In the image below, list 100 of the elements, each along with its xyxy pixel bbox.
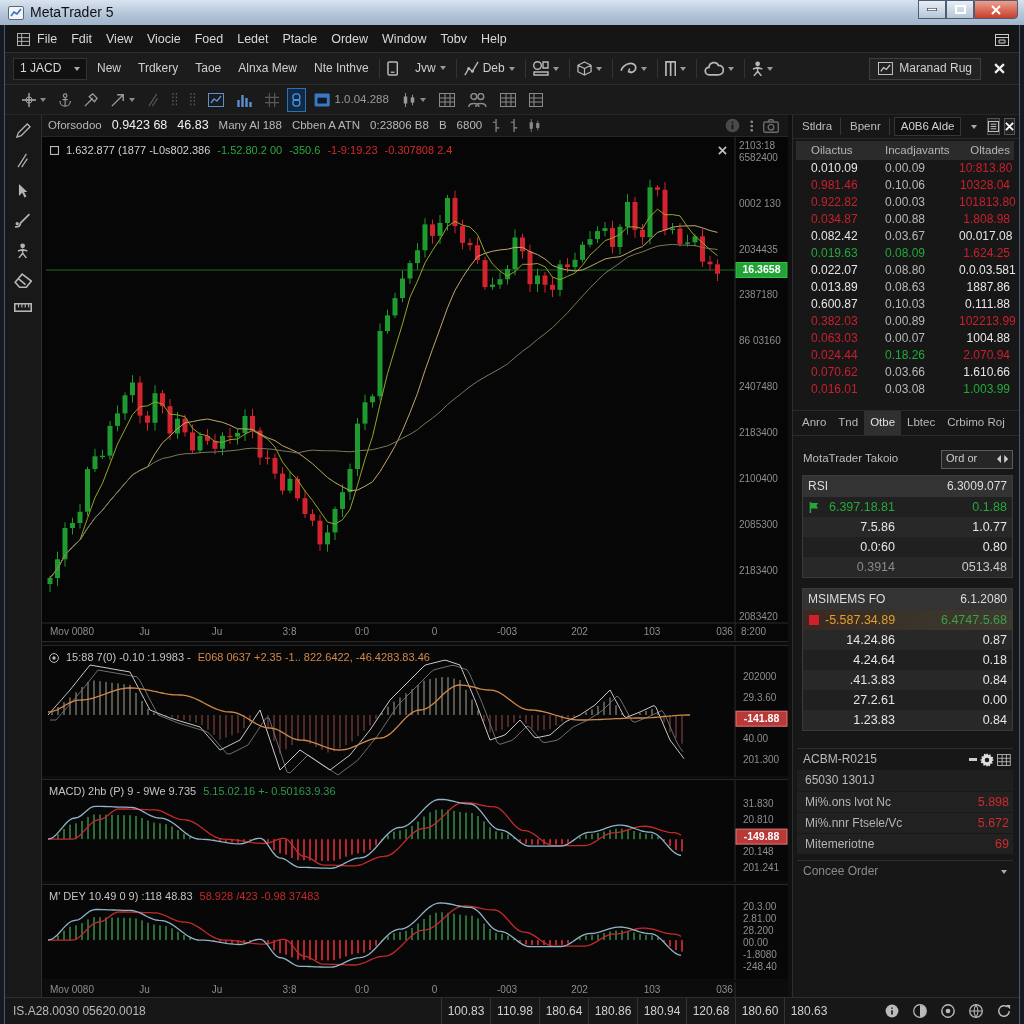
ohlc-bar-icon[interactable]: [510, 119, 519, 132]
toolbar-button[interactable]: Trdkery: [131, 59, 186, 78]
table-cell-text: 4.24.64: [852, 652, 895, 668]
toolbar-button[interactable]: Alnxa Mew: [231, 59, 304, 78]
panel-tab[interactable]: Crbimo Roj: [941, 411, 1011, 435]
target-icon[interactable]: [941, 1004, 955, 1018]
table-cell-text: 0.3914: [855, 559, 895, 575]
table-cell-text: 0513.48: [960, 559, 1007, 575]
table-cell-text: 0.18: [981, 652, 1007, 668]
time-axis-label: -003: [497, 625, 517, 637]
account-button[interactable]: Maranad Rug: [869, 57, 981, 80]
menu-item[interactable]: Ledet: [230, 30, 276, 49]
cube-icon: [576, 61, 592, 76]
eraser-icon[interactable]: [13, 273, 33, 288]
time-axis-label: 103: [643, 625, 661, 637]
menu-button[interactable]: [987, 118, 1001, 135]
caret-icon: [508, 66, 515, 71]
table-cell: 0.0.03.581: [959, 263, 1016, 278]
ohlc-bar-icon[interactable]: [492, 119, 501, 132]
toolbar-button[interactable]: Nte Inthve: [306, 59, 376, 78]
refresh-icon[interactable]: [997, 1004, 1011, 1018]
panel-tab[interactable]: Anro: [796, 411, 833, 435]
menu-item[interactable]: Fdit: [64, 30, 99, 49]
status-value: 180.86: [588, 997, 637, 1024]
table-icon[interactable]: [997, 753, 1011, 766]
pencil-icon[interactable]: [15, 123, 31, 138]
table-cell-text: 0.87: [981, 632, 1007, 648]
caret-icon[interactable]: [971, 124, 978, 129]
legend-value: 58.928 /423 -0.98 37483: [199, 890, 320, 904]
cursor-icon[interactable]: [17, 183, 29, 198]
panel-tab[interactable]: Bpenr: [845, 117, 890, 136]
symbol-dropdown[interactable]: 1 JACD: [13, 57, 87, 80]
table-cell-text: 0.03.66: [885, 365, 927, 380]
menu-item[interactable]: View: [99, 30, 140, 49]
panel-tab[interactable]: Lbtec: [901, 411, 942, 435]
status-text: IS.A28.0030 05620.0018: [12, 1003, 147, 1019]
status-value: 180.63: [784, 997, 833, 1024]
price-axis-label: 20.810: [743, 814, 774, 826]
chart-info-text: 0.9423 68: [111, 118, 168, 133]
table-cell-text: 0.03.67: [885, 229, 927, 244]
account-label: Mi%.nnr Ftsele/Vc: [805, 815, 903, 831]
toolbar-button[interactable]: Deb: [455, 59, 522, 78]
legend-value: -1-9:19.23: [327, 144, 378, 158]
table-cell-text: 0.10.06: [885, 178, 927, 193]
person-icon[interactable]: [17, 243, 29, 258]
menu-item[interactable]: Foed: [187, 30, 231, 49]
menu-item[interactable]: Tobv: [433, 30, 474, 49]
window-icon[interactable]: [995, 33, 1009, 46]
candlestick-icon[interactable]: [528, 119, 542, 132]
menu-item[interactable]: Help: [473, 30, 514, 49]
menu-item[interactable]: Ptacle: [275, 30, 325, 49]
close-icon: [991, 4, 1001, 15]
more-icon[interactable]: [749, 119, 753, 132]
contrast-icon[interactable]: [913, 1004, 927, 1018]
tool-button[interactable]: 1.0.04.288: [309, 87, 394, 112]
diagonal-lines-icon[interactable]: [17, 153, 29, 168]
camera-icon[interactable]: [763, 118, 779, 133]
grid-icon[interactable]: [17, 33, 30, 46]
minus-icon[interactable]: [969, 758, 978, 761]
info-icon[interactable]: [885, 1004, 899, 1018]
table-cell-text: 1.23.83: [852, 712, 895, 728]
account-value: 5.898: [977, 794, 1009, 810]
table-cell-text: 0.10.03: [885, 297, 927, 312]
symbol-field[interactable]: A0B6 Alde: [893, 116, 962, 137]
toolbar-button[interactable]: New: [90, 59, 128, 78]
order-section[interactable]: Concee Order: [797, 860, 1013, 882]
table-cell-text: 1887.86: [965, 280, 1010, 295]
ruler-icon[interactable]: [14, 303, 32, 312]
table-cell-text: 0.034.87: [811, 212, 859, 227]
menu-item[interactable]: Ordew: [324, 30, 376, 49]
time-axis-label: 3:8: [282, 625, 297, 637]
legend-value: -0.307808 2.4: [384, 144, 453, 158]
minimize-icon: [927, 8, 937, 11]
maximize-button[interactable]: [946, 0, 974, 19]
anchor-icon: [59, 92, 72, 107]
toolbar-button[interactable]: Jvw: [407, 59, 453, 78]
close-icon[interactable]: [718, 146, 727, 155]
account-label: Mi%.ons lvot Nc: [805, 794, 892, 810]
minimize-button[interactable]: [918, 0, 946, 19]
price-axis-label: 2103:18: [739, 139, 776, 151]
order-button[interactable]: Ord or: [941, 449, 1013, 469]
menu-item[interactable]: Window: [375, 30, 434, 49]
account-number: 65030 1301J: [797, 770, 1013, 791]
menu-item[interactable]: Viocie: [139, 30, 188, 49]
close-button[interactable]: [1004, 118, 1016, 135]
globe-icon[interactable]: [969, 1004, 983, 1018]
menu-item[interactable]: File: [30, 30, 65, 49]
legend-value: -1.52.80.2 00: [217, 144, 283, 158]
table-cell-text: 0.00.09: [885, 161, 927, 176]
table-cell-text: 0.84: [981, 712, 1007, 728]
panel-tab[interactable]: Stldra: [797, 117, 842, 136]
panel-tab[interactable]: Tnd: [832, 411, 865, 435]
toolbar-button[interactable]: Taoe: [188, 59, 229, 78]
tool-button[interactable]: [287, 87, 307, 112]
gear-icon[interactable]: [980, 752, 995, 767]
brush-icon[interactable]: [14, 213, 32, 228]
panel-tab[interactable]: Otbe: [864, 411, 902, 435]
price-axis-label: 20.3.00: [743, 901, 777, 913]
value-tag: -149.88: [735, 828, 788, 845]
window-icon: [314, 92, 331, 107]
